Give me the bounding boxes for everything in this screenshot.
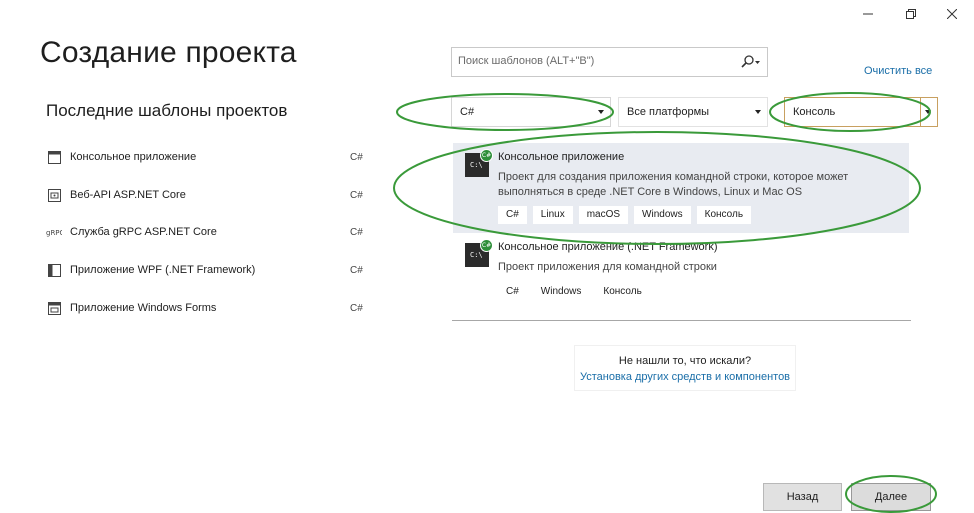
- search-input[interactable]: [456, 54, 730, 68]
- recent-item-lang: C#: [350, 302, 363, 314]
- recent-item-wpf[interactable]: Приложение WPF (.NET Framework) C#: [46, 259, 376, 281]
- tag: Консоль: [696, 206, 752, 224]
- recent-item-console[interactable]: Консольное приложение C#: [46, 146, 376, 168]
- template-title: Консольное приложение (.NET Framework): [498, 241, 718, 253]
- svg-text:gRPC: gRPC: [46, 229, 62, 237]
- recent-templates-title: Последние шаблоны проектов: [46, 101, 288, 120]
- recent-item-label: Приложение WPF (.NET Framework): [70, 264, 256, 276]
- csharp-badge-icon: C#: [480, 239, 493, 252]
- template-card-console-framework[interactable]: C:\ C# Консольное приложение (.NET Frame…: [453, 238, 909, 310]
- language-filter-value: C#: [460, 106, 475, 118]
- grpc-icon: gRPC: [46, 224, 62, 240]
- template-description: Проект для создания приложения командной…: [498, 171, 849, 198]
- language-filter-dropdown[interactable]: C#: [451, 97, 611, 127]
- console-template-icon: C:\ C#: [465, 239, 493, 267]
- platform-filter-dropdown[interactable]: Все платформы: [618, 97, 768, 127]
- dropdown-separator: [920, 98, 921, 126]
- template-card-console-core[interactable]: C:\ C# Консольное приложение Проект для …: [453, 143, 909, 233]
- csharp-badge-icon: C#: [480, 149, 493, 162]
- tag: Windows: [634, 206, 691, 224]
- divider: [452, 320, 911, 321]
- tag: Консоль: [603, 286, 642, 297]
- page-title: Создание проекта: [40, 36, 297, 69]
- template-title: Консольное приложение: [498, 151, 625, 163]
- close-button[interactable]: [940, 4, 964, 24]
- tag: C#: [498, 206, 527, 224]
- tag: Windows: [540, 286, 582, 297]
- not-found-question: Не нашли то, что искали?: [618, 355, 752, 367]
- recent-item-grpc[interactable]: gRPC Служба gRPC ASP.NET Core C#: [46, 221, 376, 243]
- recent-item-lang: C#: [350, 189, 363, 201]
- close-icon: [947, 9, 957, 19]
- template-tags: C# Linux macOS Windows Консоль: [498, 206, 752, 224]
- next-button[interactable]: Далее: [851, 483, 931, 511]
- not-found-box: Не нашли то, что искали? Установка други…: [574, 345, 796, 391]
- recent-item-label: Служба gRPC ASP.NET Core: [70, 226, 217, 238]
- restore-button[interactable]: [899, 4, 923, 24]
- recent-item-lang: C#: [350, 226, 363, 238]
- winforms-icon: [46, 300, 62, 316]
- chevron-down-icon: [925, 110, 931, 114]
- project-type-filter-dropdown[interactable]: Консоль: [784, 97, 938, 127]
- web-api-icon: [46, 187, 62, 203]
- tag: macOS: [578, 206, 629, 224]
- recent-item-label: Консольное приложение: [70, 151, 197, 163]
- platform-filter-value: Все платформы: [627, 106, 710, 118]
- console-app-icon: [46, 149, 62, 165]
- tag: Linux: [532, 206, 573, 224]
- wpf-icon: [46, 262, 62, 278]
- recent-item-lang: C#: [350, 151, 363, 163]
- install-more-tools-link[interactable]: Установка других средств и компонентов: [575, 371, 795, 383]
- search-box: [451, 47, 768, 77]
- recent-item-label: Веб-API ASP.NET Core: [70, 189, 186, 201]
- project-type-filter-value: Консоль: [793, 106, 836, 118]
- recent-item-winforms[interactable]: Приложение Windows Forms C#: [46, 297, 376, 319]
- restore-icon: [906, 9, 916, 19]
- chevron-down-icon: [598, 110, 604, 114]
- recent-item-lang: C#: [350, 264, 363, 276]
- console-template-icon: C:\ C#: [465, 149, 493, 177]
- template-tags: C# Windows Консоль: [498, 283, 650, 301]
- tag: C#: [506, 286, 519, 297]
- minimize-icon: [863, 13, 873, 15]
- recent-item-label: Приложение Windows Forms: [70, 302, 217, 314]
- back-button[interactable]: Назад: [763, 483, 842, 511]
- minimize-button[interactable]: [856, 4, 880, 24]
- search-icon[interactable]: [741, 55, 761, 69]
- clear-all-link[interactable]: Очистить все: [864, 65, 932, 77]
- recent-item-web-api[interactable]: Веб-API ASP.NET Core C#: [46, 184, 376, 206]
- template-description: Проект приложения для командной строки: [498, 261, 717, 273]
- chevron-down-icon: [755, 110, 761, 114]
